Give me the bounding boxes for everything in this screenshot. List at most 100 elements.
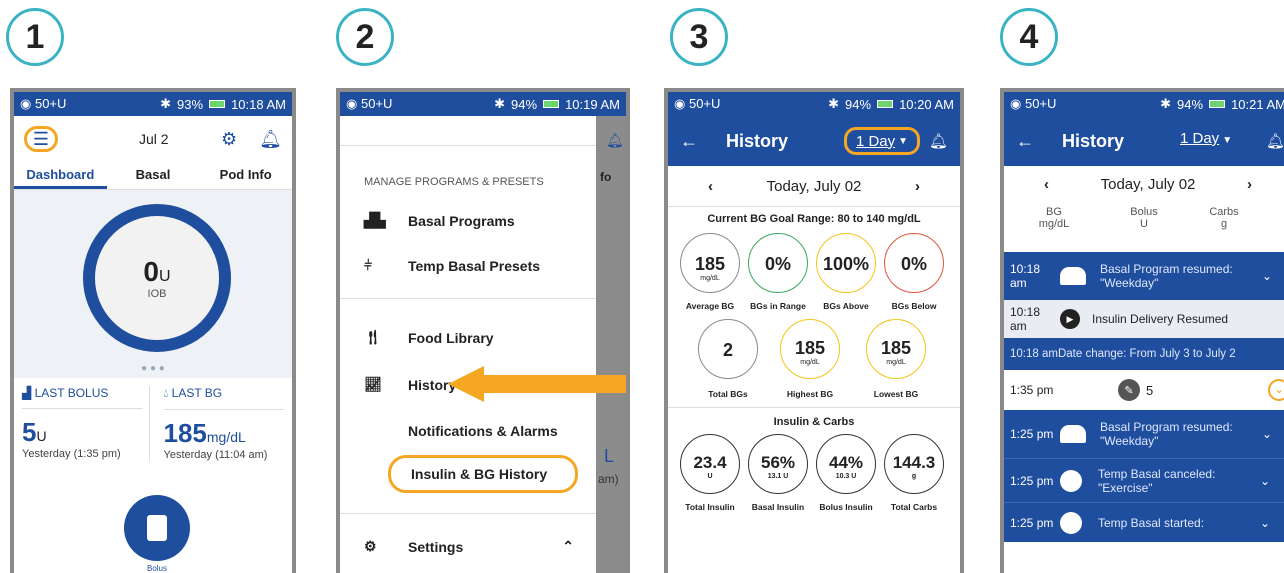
tab-basal[interactable]: Basal (107, 162, 200, 189)
bolus-button[interactable] (124, 495, 190, 561)
panel-2: 2 ◉ 50+U ✱ 94% 10:19 AM 🔔︎ fo L am) MANAGE… (330, 0, 640, 573)
pod-status: ◉ 50+U (674, 96, 721, 111)
history-row[interactable]: 10:18 am Basal Program resumed: "Weekday"… (1004, 252, 1284, 300)
chart-icon: 📈︎ (364, 376, 382, 392)
panel-1: 1 ◉ 50+U ✱ 93% 10:18 AM ☰ Jul 2 ⚙ 🔔︎ Dashb… (0, 0, 300, 573)
step-number-4: 4 (1000, 8, 1058, 66)
back-arrow-icon[interactable]: ← (1016, 131, 1034, 152)
bluetooth-icon: ✱ (1160, 96, 1172, 111)
status-bar: ◉ 50+U ✱ 94% 10:20 AM (668, 92, 960, 116)
col-bg-unit: mg/dL (1038, 218, 1070, 230)
stat-bgs-in-range: 0% (748, 233, 808, 293)
bell-icon[interactable]: 🔔︎ (259, 129, 282, 150)
bell-icon: 🔔︎ (606, 132, 624, 148)
date-nav: ‹ Today, July 02 › (1004, 166, 1284, 202)
phone-screen-1: ◉ 50+U ✱ 93% 10:18 AM ☰ Jul 2 ⚙ 🔔︎ Dashboa… (10, 88, 296, 573)
fork-knife-icon: 🍴︎ (364, 329, 382, 345)
menu-button[interactable]: ☰ (24, 126, 58, 152)
phone-screen-4: ◉ 50+U ✱ 94% 10:21 AM ← History 1 Day ▼ 🔔︎ … (1000, 88, 1284, 573)
stat-total-insulin: 23.4 U (680, 434, 740, 494)
last-bg-unit: mg/dL (206, 429, 246, 445)
bluetooth-icon: ✱ (494, 96, 506, 111)
insulin-carbs-title: Insulin & Carbs (668, 407, 960, 428)
battery-icon (1209, 100, 1226, 108)
chevron-down-icon: ⌄ (1260, 515, 1271, 530)
stat-lowest-bg: 185 mg/dL (866, 319, 926, 379)
iob-unit: U (159, 268, 171, 285)
last-bolus-time: Yesterday (1:35 pm) (22, 448, 121, 460)
app-bar: ← History 1 Day ▼ 🔔︎ (668, 116, 960, 166)
stat-bolus-insulin: 44% 10.3 U (816, 434, 876, 494)
menu-item-notifications[interactable]: Notifications & Alarms (340, 423, 596, 439)
peek-text: L (604, 446, 615, 466)
pod-icon (1060, 425, 1086, 443)
chevron-right-icon[interactable]: › (915, 178, 920, 195)
range-dropdown[interactable]: 1 Day ▼ (1180, 130, 1232, 147)
bg-stats-row-2: 2 185 mg/dL 185 mg/dL Total BGs Highest BG… (668, 315, 960, 407)
stat-label: BGs in Range (750, 301, 806, 311)
stat-label: Total Carbs (890, 502, 938, 512)
col-bolus: Bolus (1130, 206, 1158, 218)
bell-icon[interactable]: 🔔︎ (1266, 132, 1284, 150)
menu-item-settings[interactable]: ⚙ Settings ⌃ (340, 538, 596, 555)
battery-percent: 94% (1177, 96, 1204, 112)
menu-item-temp-basal-presets[interactable]: ⫩ Temp Basal Presets (340, 257, 596, 274)
pencil-icon: ✎ (1118, 379, 1140, 401)
bell-icon[interactable]: 🔔︎ (929, 132, 948, 150)
battery-icon (209, 100, 226, 108)
range-dropdown[interactable]: 1 Day ▼ (844, 127, 920, 155)
iob-value: 0 (143, 256, 159, 287)
iob-ring: 0U IOB (83, 204, 231, 352)
panel-3: 3 ◉ 50+U ✱ 94% 10:20 AM ← History 1 Day ▼ 🔔… (664, 0, 974, 573)
battery-icon (877, 100, 894, 108)
stat-total-carbs: 144.3 g (884, 434, 944, 494)
history-row[interactable]: 1:25 pm Temp Basal started: ⌄ (1004, 502, 1284, 542)
app-bar: ← History 1 Day ▼ 🔔︎ (1004, 116, 1284, 166)
clock: 10:21 AM (1231, 96, 1284, 112)
chevron-left-icon[interactable]: ‹ (708, 178, 713, 195)
back-arrow-icon[interactable]: ← (680, 131, 698, 152)
tab-dashboard[interactable]: Dashboard (14, 162, 107, 189)
history-row: 10:18 am Date change: From July 3 to July… (1004, 338, 1284, 370)
last-bg-value: 185 (163, 418, 207, 448)
page-title: History (1062, 130, 1125, 151)
temp-basal-icon (1060, 469, 1082, 492)
history-row[interactable]: 1:25 pm Basal Program resumed: "Weekday" ⌄ (1004, 410, 1284, 458)
history-row[interactable]: 1:25 pm Temp Basal canceled: "Exercise" ⌄ (1004, 458, 1284, 502)
vial-icon (147, 515, 167, 541)
date-label: Today, July 02 (1100, 175, 1196, 193)
tab-pod-info[interactable]: Pod Info (199, 162, 292, 189)
last-values: ▟ LAST BOLUS 5U Yesterday (1:35 pm) 💧︎ L… (14, 378, 292, 461)
pod-status: ◉ 50+U (346, 96, 393, 111)
caret-down-icon: ▼ (1222, 135, 1233, 146)
history-row[interactable]: 1:35 pm ✎ 5 ⌄ (1004, 370, 1284, 410)
iob-area: 0U IOB ● ● ● (14, 190, 292, 378)
gear-icon[interactable]: ⚙ (221, 129, 237, 150)
menu-item-food-library[interactable]: 🍴︎ Food Library (340, 329, 596, 346)
date-label: Today, July 02 (766, 177, 862, 195)
chevron-down-icon: ⌄ (1260, 473, 1271, 488)
battery-percent: 94% (511, 96, 538, 112)
menu-item-basal-programs[interactable]: ▟▙ Basal Programs (340, 212, 596, 229)
step-number-1: 1 (6, 8, 64, 66)
last-bolus-label: LAST BOLUS (34, 386, 109, 400)
header-date: Jul 2 (139, 131, 169, 147)
history-row[interactable]: 10:18 am ▶ Insulin Delivery Resumed (1004, 300, 1284, 338)
page-dots: ● ● ● (141, 363, 165, 374)
bolus-small-icon: ▟ (22, 386, 35, 400)
expand-row-button[interactable]: ⌄ (1268, 379, 1284, 401)
pod-icon (1060, 267, 1086, 285)
header: ☰ Jul 2 ⚙ 🔔︎ (14, 116, 292, 162)
stat-label: Bolus Insulin (819, 502, 873, 512)
drop-icon: 💧︎ (163, 386, 172, 400)
last-bolus-unit: U (36, 428, 47, 444)
col-carbs: Carbs (1209, 206, 1239, 218)
clock: 10:18 AM (231, 96, 286, 112)
chevron-right-icon[interactable]: › (1247, 176, 1252, 193)
stat-label: Lowest BG (873, 389, 919, 399)
play-icon: ▶ (1060, 309, 1080, 329)
menu-item-insulin-bg-history[interactable]: Insulin & BG History (388, 455, 578, 493)
panel-4: 4 ◉ 50+U ✱ 94% 10:21 AM ← History 1 Day ▼ 🔔… (996, 0, 1284, 573)
chevron-left-icon[interactable]: ‹ (1044, 176, 1049, 193)
tab-bar: Dashboard Basal Pod Info (14, 162, 292, 190)
